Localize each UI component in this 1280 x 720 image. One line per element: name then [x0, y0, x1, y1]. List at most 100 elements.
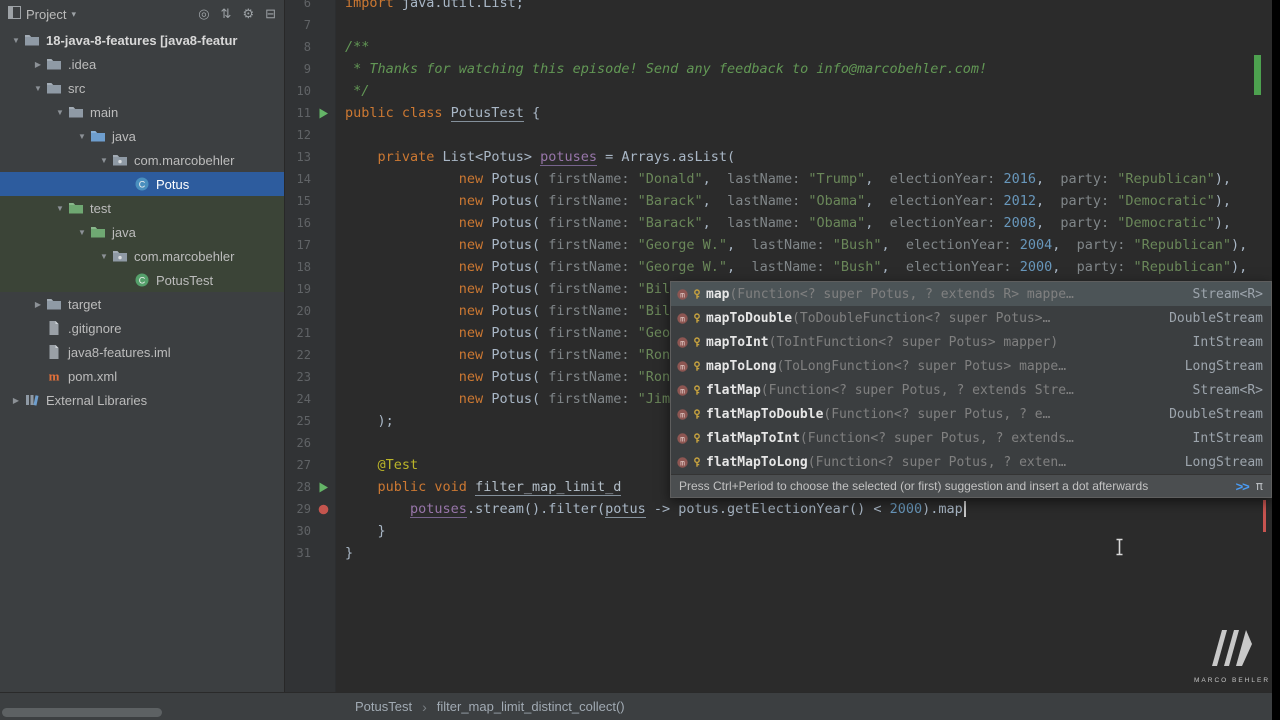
code-token: lastName: [743, 259, 833, 275]
code-text[interactable]: new Potus( firstName: "Barack", lastName… [335, 212, 1231, 234]
code-text[interactable]: new Potus( firstName: "Ron [335, 366, 670, 388]
scrollbar-change-marker[interactable] [1254, 55, 1261, 95]
code-token: , [1035, 215, 1053, 231]
breadcrumb-class[interactable]: PotusTest [353, 699, 414, 714]
tree-item-external-libraries[interactable]: ▶ External Libraries [0, 388, 284, 412]
breakpoint-icon[interactable] [311, 504, 335, 515]
code-token: new [458, 281, 484, 297]
tree-item-18-java-8-features-java8-featur[interactable]: ▼ 18-java-8-features [java8-featur [0, 28, 284, 52]
hide-panel-icon[interactable]: ⊟ [265, 6, 276, 22]
completion-item-map[interactable]: m map (Function<? super Potus, ? extends R… [671, 282, 1271, 306]
expand-arrow-icon[interactable]: ▼ [8, 36, 24, 45]
tree-item-gitignore[interactable]: .gitignore [0, 316, 284, 340]
folder-icon [46, 296, 64, 312]
expand-arrow-icon[interactable]: ▼ [30, 84, 46, 93]
code-text[interactable]: new Potus( firstName: "Geo [335, 322, 670, 344]
code-text[interactable]: } [335, 542, 353, 564]
code-text[interactable]: } [335, 520, 386, 542]
pi-icon[interactable]: π [1256, 479, 1263, 493]
tree-item-com-marcobehler[interactable]: ▼ com.marcobehler [0, 244, 284, 268]
tree-item-main[interactable]: ▼ main [0, 100, 284, 124]
expand-arrow-icon[interactable]: ▶ [8, 396, 24, 405]
completion-item-maptoint[interactable]: m mapToInt (ToIntFunction<? super Potus> m… [671, 330, 1271, 354]
tree-item-pom-xml[interactable]: m pom.xml [0, 364, 284, 388]
completion-return-type: DoubleStream [1169, 406, 1263, 422]
code-token: , [1035, 193, 1053, 209]
code-token: private [377, 149, 435, 165]
public-visibility-icon [692, 408, 706, 420]
locate-icon[interactable]: ◎ [198, 6, 209, 22]
code-text[interactable]: new Potus( firstName: "Jim [335, 388, 670, 410]
tree-item-potus[interactable]: C Potus [0, 172, 284, 196]
collapse-all-icon[interactable]: ⇅ [221, 6, 232, 22]
completion-item-flatmaptolong[interactable]: m flatMapToLong (Function<? super Potus, ?… [671, 450, 1271, 474]
completion-item-maptodouble[interactable]: m mapToDouble (ToDoubleFunction<? super Po… [671, 306, 1271, 330]
package-icon [112, 248, 130, 264]
code-token: "Jim [637, 391, 671, 407]
breadcrumb-method[interactable]: filter_map_limit_distinct_collect() [435, 699, 627, 714]
expand-arrow-icon[interactable]: ▼ [74, 228, 90, 237]
run-test-icon[interactable] [311, 482, 335, 493]
expand-arrow-icon[interactable]: ▼ [96, 252, 112, 261]
code-token: potuses [540, 149, 597, 166]
tree-item-java[interactable]: ▼ java [0, 220, 284, 244]
sort-by-relevance-icon[interactable]: >> [1236, 479, 1250, 494]
code-text[interactable]: * Thanks for watching this episode! Send… [335, 58, 987, 80]
expand-arrow-icon[interactable]: ▶ [30, 300, 46, 309]
tree-item-src[interactable]: ▼ src [0, 76, 284, 100]
code-text[interactable]: new Potus( firstName: "George W.", lastN… [335, 256, 1248, 278]
tree-item-java[interactable]: ▼ java [0, 124, 284, 148]
code-text[interactable]: import java.util.List; [335, 0, 524, 14]
code-text[interactable]: new Potus( firstName: "Bil [335, 300, 670, 322]
tree-item-label: src [68, 80, 86, 96]
tree-item-test[interactable]: ▼ test [0, 196, 284, 220]
expand-arrow-icon[interactable]: ▼ [74, 132, 90, 141]
method-icon: m [676, 312, 692, 325]
code-text[interactable]: new Potus( firstName: "Bil [335, 278, 670, 300]
completion-item-flatmaptodouble[interactable]: m flatMapToDouble (Function<? super Potus,… [671, 402, 1271, 426]
breadcrumb-separator-icon: › [422, 698, 427, 715]
code-token: firstName: [540, 193, 638, 209]
code-token: party: [1052, 193, 1118, 209]
code-text[interactable]: */ [335, 80, 369, 102]
code-token: Potus( [483, 325, 541, 341]
code-text[interactable]: new Potus( firstName: "Ron [335, 344, 670, 366]
expand-arrow-icon[interactable]: ▼ [52, 204, 68, 213]
tree-item-com-marcobehler[interactable]: ▼ com.marcobehler [0, 148, 284, 172]
code-text[interactable]: public void filter_map_limit_d [335, 476, 622, 498]
tree-item-target[interactable]: ▶ target [0, 292, 284, 316]
public-visibility-icon [692, 432, 706, 444]
code-token: Potus( [483, 281, 541, 297]
code-text[interactable]: private List<Potus> potuses = Arrays.asL… [335, 146, 735, 168]
expand-arrow-icon[interactable]: ▼ [96, 156, 112, 165]
method-icon: m [676, 360, 692, 373]
run-test-icon[interactable] [311, 108, 335, 119]
completion-item-maptolong[interactable]: m mapToLong (ToLongFunction<? super Potus>… [671, 354, 1271, 378]
tree-item-idea[interactable]: ▶ .idea [0, 52, 284, 76]
tree-item-java8-features-iml[interactable]: java8-features.iml [0, 340, 284, 364]
code-token: , [702, 215, 719, 231]
project-panel-title[interactable]: Project [26, 7, 66, 22]
settings-icon[interactable]: ⚙ [242, 6, 254, 22]
project-tree: ▼ 18-java-8-features [java8-featur ▶ .ide… [0, 28, 284, 412]
completion-item-flatmap[interactable]: m flatMap (Function<? super Potus, ? exten… [671, 378, 1271, 402]
code-token: */ [345, 83, 370, 99]
chevron-down-icon[interactable]: ▾ [71, 9, 76, 20]
tree-item-potustest[interactable]: C PotusTest [0, 268, 284, 292]
scrollbar-error-marker[interactable] [1263, 500, 1266, 532]
code-text[interactable]: /** [335, 36, 369, 58]
code-text[interactable]: new Potus( firstName: "Donald", lastName… [335, 168, 1231, 190]
code-token: firstName: [540, 325, 638, 341]
code-text[interactable]: public class PotusTest { [335, 102, 540, 124]
horizontal-scrollbar[interactable] [2, 708, 162, 717]
expand-arrow-icon[interactable]: ▶ [30, 60, 46, 69]
completion-item-flatmaptoint[interactable]: m flatMapToInt (Function<? super Potus, ? … [671, 426, 1271, 450]
code-text[interactable]: new Potus( firstName: "Barack", lastName… [335, 190, 1231, 212]
code-text[interactable]: new Potus( firstName: "George W.", lastN… [335, 234, 1248, 256]
code-token: "Donald" [637, 171, 703, 187]
code-text[interactable]: ); [335, 410, 394, 432]
expand-arrow-icon[interactable]: ▼ [52, 108, 68, 117]
code-text[interactable]: @Test [335, 454, 419, 476]
code-text[interactable]: potuses.stream().filter(potus -> potus.g… [335, 498, 966, 520]
code-token: Potus( [483, 347, 541, 363]
